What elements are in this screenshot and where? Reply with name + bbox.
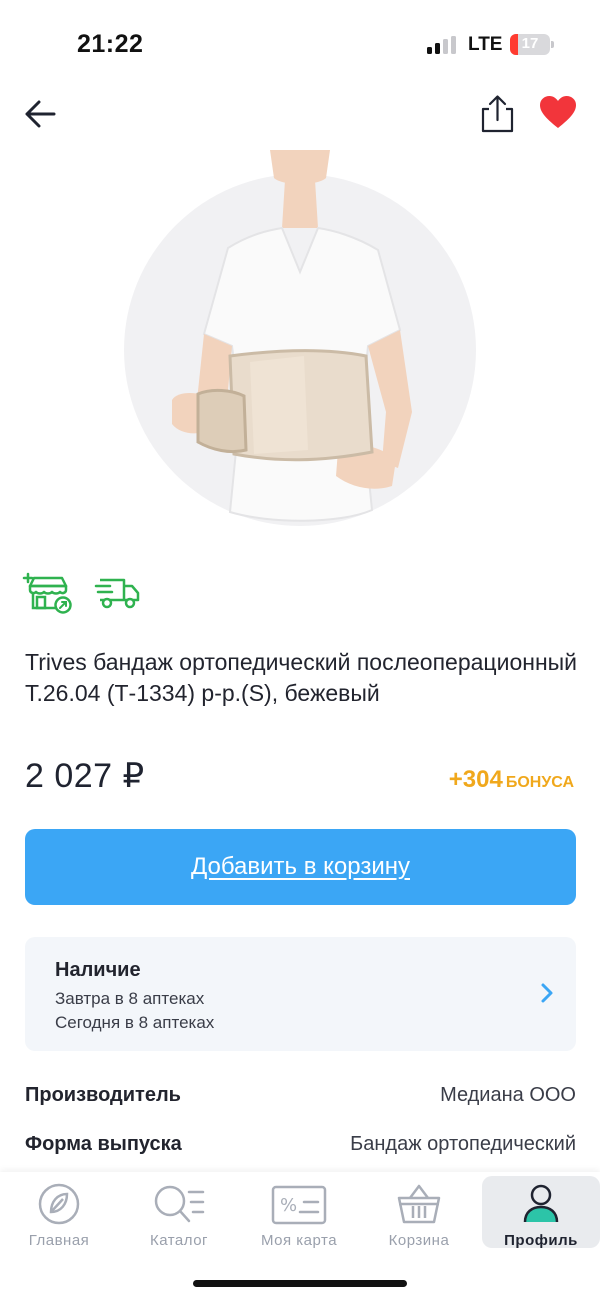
product-title: Trives бандаж ортопедический послеоперац… [25, 649, 578, 706]
basket-icon [397, 1184, 441, 1224]
tab-my-card[interactable]: % Моя карта [240, 1176, 358, 1249]
signal-icon [427, 36, 459, 54]
back-button[interactable] [20, 94, 60, 134]
heart-icon [540, 96, 576, 128]
home-logo-icon [38, 1183, 80, 1225]
chevron-right-icon [541, 983, 553, 1003]
tab-label: Профиль [504, 1232, 578, 1249]
tab-label: Главная [28, 1232, 90, 1249]
spec-key: Форма выпуска [25, 1133, 182, 1155]
availability-today: Сегодня в 8 аптеках [55, 1013, 215, 1032]
share-icon [481, 95, 514, 133]
bonus-label: БОНУСА [505, 774, 574, 791]
product-price: 2 027 ₽ [25, 757, 145, 795]
spec-row-form: Форма выпуска Бандаж ортопедический [25, 1133, 576, 1163]
spec-value: Медиана ООО [440, 1084, 576, 1106]
status-time: 21:22 [77, 30, 144, 58]
spec-key: Производитель [25, 1084, 181, 1106]
availability-card[interactable]: Наличие Завтра в 8 аптеках Сегодня в 8 а… [25, 937, 576, 1051]
spec-row-manufacturer: Производитель Медиана ООО [25, 1084, 576, 1114]
battery-icon: 17 [510, 34, 550, 55]
share-button[interactable] [476, 92, 518, 136]
pharmacy-pickup-icon [22, 570, 72, 614]
product-photo-illustration [124, 150, 476, 526]
product-badges [22, 570, 142, 614]
tab-catalog[interactable]: Каталог [120, 1176, 238, 1249]
tab-label: Каталог [149, 1232, 209, 1249]
svg-text:%: % [280, 1195, 297, 1216]
discount-card-icon: % [271, 1185, 327, 1225]
bonus-value: +304 [448, 766, 503, 793]
catalog-search-icon [154, 1185, 205, 1223]
status-bar: 21:22 LTE 17 [0, 0, 600, 90]
add-to-cart-label: Добавить в корзину [190, 853, 410, 880]
network-type: LTE [468, 34, 503, 55]
spec-value: Бандаж ортопедический [350, 1133, 576, 1155]
battery-cap [551, 41, 554, 48]
battery-level: 17 [521, 35, 539, 52]
tab-home[interactable]: Главная [0, 1176, 118, 1249]
tab-label: Моя карта [260, 1232, 338, 1249]
tab-profile[interactable]: Профиль [482, 1176, 600, 1249]
add-to-cart-button[interactable]: Добавить в корзину [25, 829, 576, 905]
tab-label: Корзина [388, 1232, 450, 1249]
delivery-truck-icon [94, 570, 142, 614]
product-image[interactable] [100, 150, 500, 550]
availability-tomorrow: Завтра в 8 аптеках [55, 989, 205, 1008]
availability-title: Наличие [55, 959, 141, 981]
tab-cart[interactable]: Корзина [360, 1176, 478, 1249]
profile-icon [523, 1184, 559, 1223]
bonus-badge: +304 БОНУСА [449, 766, 574, 794]
arrow-left-icon [25, 100, 56, 128]
favorite-button[interactable] [538, 94, 580, 134]
top-nav [0, 92, 600, 140]
home-indicator [193, 1280, 407, 1287]
